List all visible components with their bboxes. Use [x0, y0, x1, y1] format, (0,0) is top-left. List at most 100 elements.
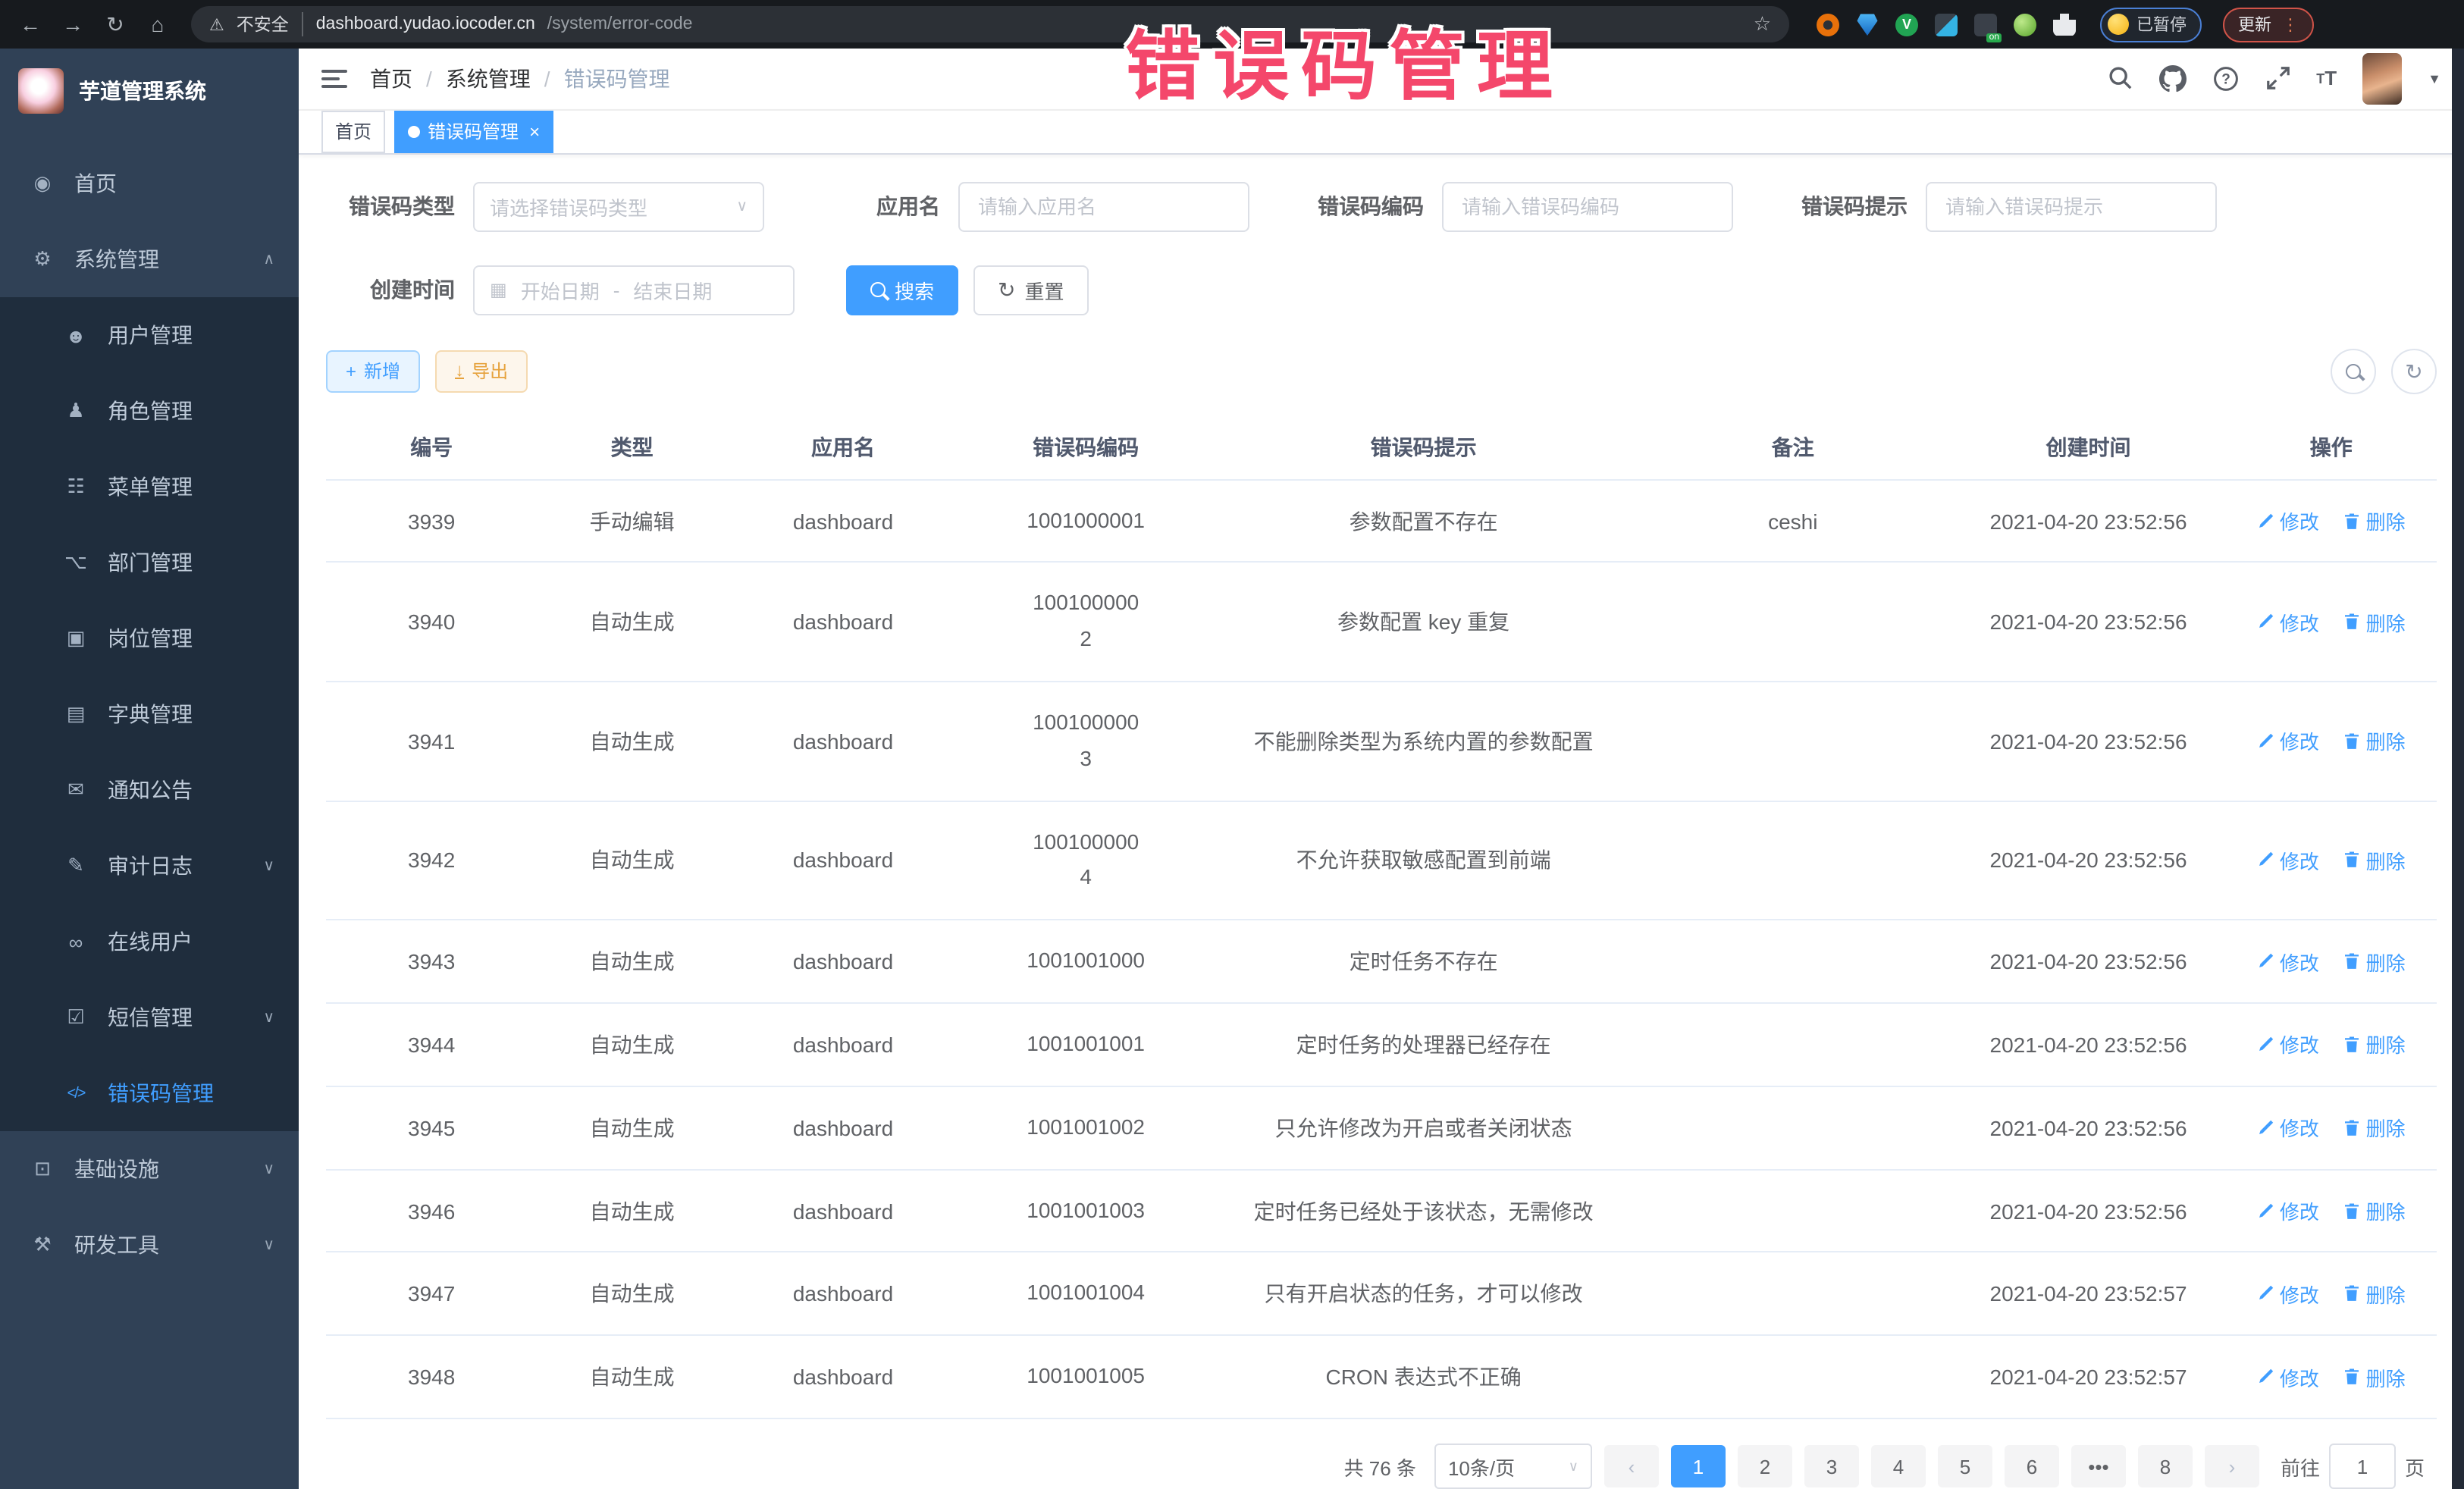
- edit-link[interactable]: 修改: [2257, 607, 2319, 636]
- github-icon[interactable]: [2158, 65, 2186, 92]
- breadcrumb-item[interactable]: 首页: [370, 64, 412, 94]
- breadcrumb-item[interactable]: 系统管理: [446, 64, 531, 94]
- next-page-button[interactable]: ›: [2205, 1445, 2259, 1487]
- extensions-puzzle-icon[interactable]: [2053, 13, 2076, 36]
- extension-icon[interactable]: [1856, 13, 1879, 36]
- page-button-6[interactable]: 6: [2005, 1445, 2059, 1487]
- delete-link[interactable]: 删除: [2343, 607, 2406, 636]
- goto-page-input[interactable]: [2329, 1444, 2396, 1489]
- edit-link[interactable]: 修改: [2257, 506, 2319, 535]
- extension-icon[interactable]: V: [1895, 13, 1918, 36]
- error-code-input[interactable]: [1459, 193, 1716, 219]
- add-button[interactable]: + 新增: [326, 350, 420, 392]
- avatar[interactable]: [2362, 53, 2402, 105]
- sidebar-item-dev-tools[interactable]: ⚒研发工具∨: [0, 1207, 299, 1283]
- delete-link[interactable]: 删除: [2343, 1362, 2406, 1391]
- refresh-table-button[interactable]: ↻: [2391, 348, 2437, 393]
- extension-icon[interactable]: [2014, 13, 2036, 36]
- sidebar-item-infrastructure[interactable]: ⊡基础设施∨: [0, 1131, 299, 1207]
- sidebar-item-error-code[interactable]: </>错误码管理: [0, 1055, 299, 1131]
- prev-page-button[interactable]: ‹: [1604, 1445, 1659, 1487]
- sidebar-item-system[interactable]: ⚙系统管理∧: [0, 221, 299, 297]
- back-icon[interactable]: ←: [12, 6, 49, 42]
- delete-link[interactable]: 删除: [2343, 1280, 2406, 1309]
- sidebar-item-sms[interactable]: ☑短信管理∨: [0, 980, 299, 1055]
- chevron-down-icon: ∨: [263, 857, 274, 874]
- error-type-select[interactable]: 请选择错误码类型 ∨: [473, 181, 764, 231]
- font-size-icon[interactable]: TT: [2316, 67, 2337, 90]
- edit-link[interactable]: 修改: [2257, 1113, 2319, 1142]
- tag-error-code[interactable]: 错误码管理×: [394, 110, 553, 152]
- sidebar-item-home[interactable]: ◉首页: [0, 146, 299, 221]
- delete-link[interactable]: 删除: [2343, 1196, 2406, 1225]
- forward-icon[interactable]: →: [55, 6, 91, 42]
- edit-link[interactable]: 修改: [2257, 1362, 2319, 1391]
- delete-link[interactable]: 删除: [2343, 506, 2406, 535]
- column-header: 操作: [2226, 415, 2437, 479]
- sidebar-logo-row[interactable]: 芋道管理系统: [0, 49, 299, 133]
- window-scrollbar[interactable]: [2452, 49, 2464, 1489]
- sidebar-item-role[interactable]: ♟角色管理: [0, 373, 299, 449]
- delete-link[interactable]: 删除: [2343, 947, 2406, 976]
- reload-icon[interactable]: ↻: [97, 6, 133, 42]
- tags-bar: 首页错误码管理×: [299, 110, 2464, 154]
- reset-button[interactable]: ↻ 重置: [973, 265, 1089, 315]
- column-header: 备注: [1635, 415, 1951, 479]
- page-button-5[interactable]: 5: [1938, 1445, 1992, 1487]
- edit-link[interactable]: 修改: [2257, 947, 2319, 976]
- search-button[interactable]: 搜索: [846, 265, 958, 315]
- app-name-input[interactable]: [975, 193, 1233, 219]
- sidebar-item-notice[interactable]: ✉通知公告: [0, 752, 299, 828]
- breadcrumb: 首页/系统管理/错误码管理: [370, 64, 670, 94]
- page-size-select[interactable]: 10条/页 ∨: [1434, 1444, 1592, 1489]
- app-title: 芋道管理系统: [79, 76, 206, 106]
- home-icon[interactable]: ⌂: [140, 6, 176, 42]
- bookmark-star-icon[interactable]: ☆: [1754, 12, 1771, 36]
- page-button-2[interactable]: 2: [1738, 1445, 1792, 1487]
- extension-icon[interactable]: [1935, 13, 1958, 36]
- edit-link[interactable]: 修改: [2257, 727, 2319, 756]
- export-button[interactable]: ↓ 导出: [435, 350, 528, 392]
- date-range-picker[interactable]: ▦ 开始日期 - 结束日期: [473, 265, 795, 315]
- sidebar-item-dictionary[interactable]: ▤字典管理: [0, 676, 299, 752]
- cell-app-name: dashboard: [727, 801, 959, 920]
- page-button-3[interactable]: 3: [1804, 1445, 1859, 1487]
- edit-link[interactable]: 修改: [2257, 1030, 2319, 1059]
- kebab-menu-icon[interactable]: ⋮: [2282, 14, 2299, 34]
- sidebar-item-online-user[interactable]: ∞在线用户: [0, 904, 299, 980]
- trash-icon: [2343, 613, 2362, 631]
- page-button-4[interactable]: 4: [1871, 1445, 1926, 1487]
- table-row: 3948 自动生成 dashboard 1001001005 CRON 表达式不…: [326, 1335, 2437, 1418]
- fullscreen-icon[interactable]: [2265, 66, 2290, 92]
- help-icon[interactable]: ?: [2212, 65, 2239, 92]
- close-icon[interactable]: ×: [529, 121, 540, 142]
- sidebar-item-user[interactable]: ☻用户管理: [0, 297, 299, 373]
- sidebar-item-post[interactable]: ▣岗位管理: [0, 600, 299, 676]
- edit-link[interactable]: 修改: [2257, 1196, 2319, 1225]
- sidebar-item-department[interactable]: ⌥部门管理: [0, 525, 299, 600]
- browser-update-button[interactable]: 更新 ⋮: [2223, 7, 2314, 42]
- extension-on-icon[interactable]: [1974, 13, 1997, 36]
- sidebar-item-menu[interactable]: ☷菜单管理: [0, 449, 299, 525]
- cell-error-hint: 参数配置不存在: [1212, 479, 1635, 563]
- page-button-1[interactable]: 1: [1671, 1445, 1726, 1487]
- delete-link[interactable]: 删除: [2343, 727, 2406, 756]
- delete-link[interactable]: 删除: [2343, 1113, 2406, 1142]
- edit-link[interactable]: 修改: [2257, 1280, 2319, 1309]
- chevron-down-icon[interactable]: ▼: [2428, 71, 2441, 86]
- delete-link[interactable]: 删除: [2343, 846, 2406, 875]
- hamburger-icon[interactable]: [321, 70, 347, 88]
- more-pages-button[interactable]: •••: [2071, 1445, 2126, 1487]
- edit-link[interactable]: 修改: [2257, 846, 2319, 875]
- search-icon[interactable]: [2107, 66, 2133, 92]
- sidebar-item-audit-log[interactable]: ✎审计日志∨: [0, 828, 299, 904]
- extension-icon[interactable]: [1817, 13, 1839, 36]
- show-search-button[interactable]: [2331, 348, 2376, 393]
- tag-home[interactable]: 首页: [321, 110, 385, 152]
- column-header: 应用名: [727, 415, 959, 479]
- address-bar[interactable]: ⚠ 不安全 dashboard.yudao.iocoder.cn/system/…: [191, 6, 1789, 42]
- error-hint-input[interactable]: [1942, 193, 2200, 219]
- delete-link[interactable]: 删除: [2343, 1030, 2406, 1059]
- browser-profile-chip[interactable]: 已暂停: [2100, 7, 2202, 42]
- page-button-8[interactable]: 8: [2138, 1445, 2193, 1487]
